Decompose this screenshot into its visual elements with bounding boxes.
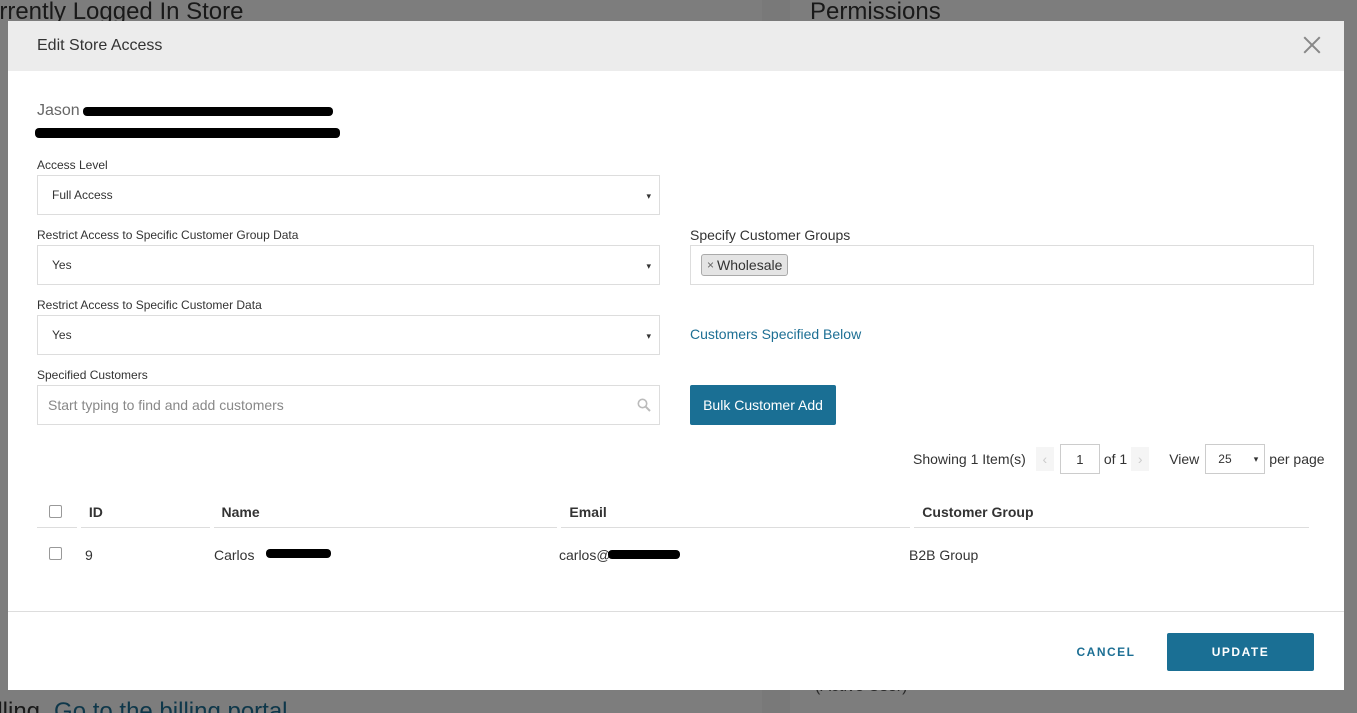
restrict-customer-value: Yes <box>52 328 72 342</box>
restrict-customer-select[interactable]: Yes ▾ <box>37 315 660 355</box>
access-level-select[interactable]: Full Access ▾ <box>37 175 660 215</box>
pagination: Showing 1 Item(s) ‹ 1 of 1 › View 25 ▾ p… <box>913 444 1325 474</box>
cell-customer-group: B2B Group <box>909 547 979 563</box>
per-page-select[interactable]: 25 ▾ <box>1205 444 1266 474</box>
customer-groups-input[interactable]: × Wholesale <box>690 245 1314 285</box>
redaction-mark <box>266 549 331 558</box>
customer-group-tag-label: Wholesale <box>717 257 783 273</box>
remove-tag-icon[interactable]: × <box>707 258 714 272</box>
modal-title: Edit Store Access <box>37 37 163 54</box>
chevron-left-icon[interactable]: ‹ <box>1035 447 1054 471</box>
redaction-mark <box>83 107 333 116</box>
customers-specified-link[interactable]: Customers Specified Below <box>690 326 861 342</box>
per-page-value: 25 <box>1218 452 1232 466</box>
close-icon[interactable] <box>1300 33 1324 57</box>
customers-table: ID Name Email Customer Group 9 Carlos ca… <box>37 496 1313 582</box>
chevron-down-icon: ▾ <box>646 331 651 341</box>
user-info: Jason <box>37 102 80 120</box>
customer-group-tag: × Wholesale <box>701 254 789 276</box>
customer-search <box>37 385 660 425</box>
row-select-cell <box>37 547 77 563</box>
header-customer-group[interactable]: Customer Group <box>914 496 1309 528</box>
view-label: View <box>1169 451 1200 467</box>
access-level-label: Access Level <box>37 158 108 172</box>
restrict-group-select[interactable]: Yes ▾ <box>37 245 660 285</box>
access-level-value: Full Access <box>52 188 113 202</box>
table-header: ID Name Email Customer Group <box>37 496 1313 528</box>
bulk-customer-add-button[interactable]: Bulk Customer Add <box>690 385 836 425</box>
edit-store-access-modal: Edit Store Access Jason Access Level Ful… <box>8 21 1344 690</box>
search-icon <box>637 398 651 412</box>
select-all-checkbox[interactable] <box>49 505 62 518</box>
restrict-group-value: Yes <box>52 258 72 272</box>
restrict-customer-label: Restrict Access to Specific Customer Dat… <box>37 298 262 312</box>
update-button[interactable]: UPDATE <box>1167 633 1314 671</box>
cancel-button[interactable]: CANCEL <box>1066 633 1146 671</box>
cell-name: Carlos <box>214 547 255 563</box>
cell-id: 9 <box>85 547 93 563</box>
customer-search-input[interactable] <box>38 386 659 424</box>
chevron-down-icon: ▾ <box>646 191 651 201</box>
header-id[interactable]: ID <box>80 496 210 528</box>
chevron-right-icon[interactable]: › <box>1131 447 1150 471</box>
restrict-group-label: Restrict Access to Specific Customer Gro… <box>37 228 299 242</box>
header-email[interactable]: Email <box>561 496 911 528</box>
specified-customers-label: Specified Customers <box>37 368 148 382</box>
redaction-mark <box>35 128 340 138</box>
showing-count: Showing 1 Item(s) <box>913 451 1026 467</box>
modal-header: Edit Store Access <box>8 21 1344 71</box>
select-all-cell <box>37 496 77 528</box>
row-checkbox[interactable] <box>49 547 62 560</box>
page-number-input[interactable]: 1 <box>1059 444 1100 474</box>
footer-divider <box>8 611 1344 612</box>
chevron-down-icon: ▾ <box>1253 454 1259 464</box>
page-total: of 1 <box>1103 451 1128 467</box>
cell-email: carlos@ <box>559 547 611 563</box>
redaction-mark <box>608 550 680 559</box>
header-name[interactable]: Name <box>213 496 558 528</box>
per-page-label: per page <box>1269 451 1325 467</box>
user-name: Jason <box>37 102 80 119</box>
chevron-down-icon: ▾ <box>646 261 651 271</box>
specify-groups-label: Specify Customer Groups <box>690 227 851 243</box>
